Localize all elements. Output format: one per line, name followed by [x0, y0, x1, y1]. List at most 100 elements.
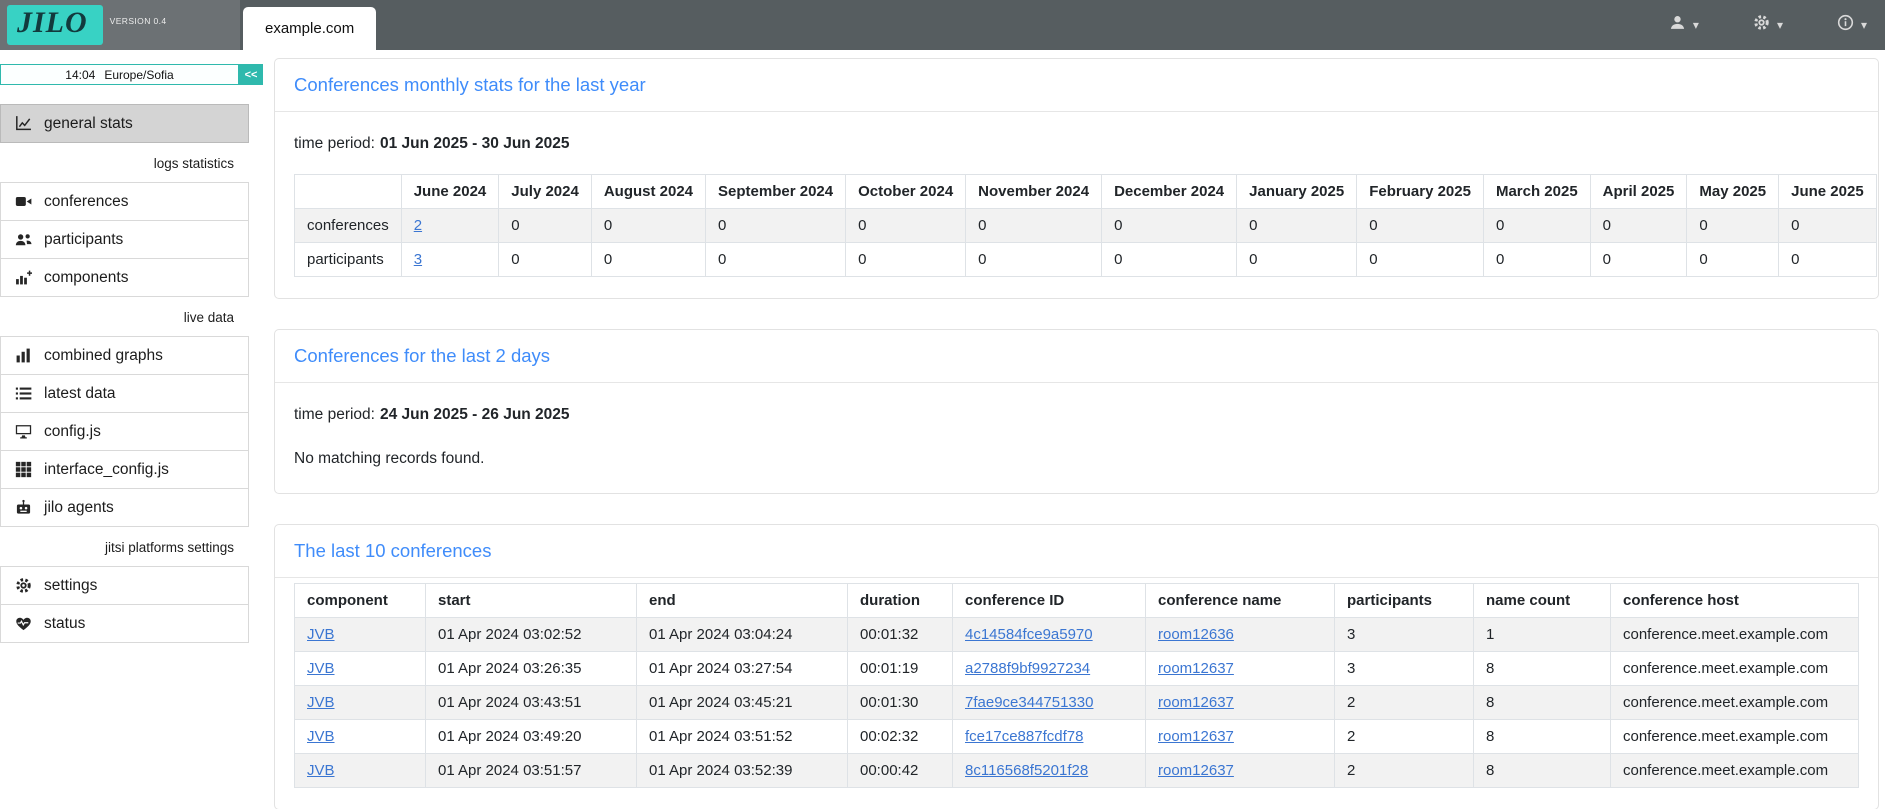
conference-id-link[interactable]: a2788f9bf9927234	[965, 660, 1090, 677]
cell: 0	[1590, 243, 1687, 277]
desktop-icon	[14, 423, 33, 440]
chevron-down-icon: ▾	[1777, 19, 1783, 31]
cell: 7fae9ce344751330	[953, 686, 1146, 720]
time-period-label: time period:	[294, 406, 375, 423]
robot-icon	[14, 499, 33, 516]
participants-count-link[interactable]: 3	[414, 251, 422, 268]
component-link[interactable]: JVB	[307, 660, 335, 677]
cell: JVB	[295, 652, 426, 686]
sidebar-item-label: latest data	[44, 385, 116, 403]
column-header: conference host	[1611, 584, 1859, 618]
column-header: March 2025	[1483, 175, 1590, 209]
chart-line-icon	[14, 115, 33, 132]
component-link[interactable]: JVB	[307, 694, 335, 711]
user-menu[interactable]: ▾	[1669, 14, 1699, 36]
cell: 0	[1687, 209, 1779, 243]
last10-conferences-title[interactable]: The last 10 conferences	[294, 540, 491, 561]
component-link[interactable]: JVB	[307, 762, 335, 779]
cell: 2	[1335, 720, 1474, 754]
conferences-count-link[interactable]: 2	[414, 217, 422, 234]
cell: 0	[966, 209, 1102, 243]
sidebar-item-interface-config-js[interactable]: interface_config.js	[0, 450, 249, 489]
app-logo[interactable]: JILO	[7, 5, 103, 45]
column-header: participants	[1335, 584, 1474, 618]
cell: 01 Apr 2024 03:49:20	[426, 720, 637, 754]
time-period: time period:24 Jun 2025 - 26 Jun 2025	[294, 406, 1859, 424]
cell: room12637	[1146, 652, 1335, 686]
cell: 2	[401, 209, 499, 243]
platform-tab[interactable]: example.com	[243, 7, 376, 50]
column-header: October 2024	[846, 175, 966, 209]
info-menu[interactable]: ▾	[1837, 14, 1867, 36]
column-header: December 2024	[1102, 175, 1237, 209]
cell: 0	[499, 209, 592, 243]
cell: 3	[401, 243, 499, 277]
sidebar-item-components[interactable]: components	[0, 258, 249, 297]
app-version: VERSION 0.4	[110, 16, 167, 26]
last10-conferences-table: component start end duration conference …	[294, 583, 1859, 788]
info-icon	[1837, 14, 1854, 36]
table-header-row: component start end duration conference …	[295, 584, 1859, 618]
component-link[interactable]: JVB	[307, 728, 335, 745]
table-row: JVB 01 Apr 2024 03:26:35 01 Apr 2024 03:…	[295, 652, 1859, 686]
conference-name-link[interactable]: room12637	[1158, 728, 1234, 745]
cell: 3	[1335, 652, 1474, 686]
cell: 0	[706, 209, 846, 243]
column-header: conference name	[1146, 584, 1335, 618]
monthly-stats-title[interactable]: Conferences monthly stats for the last y…	[294, 74, 646, 95]
cell: JVB	[295, 686, 426, 720]
grid-icon	[14, 461, 33, 478]
cell: 0	[1237, 209, 1357, 243]
conference-id-link[interactable]: 4c14584fce9a5970	[965, 626, 1093, 643]
conference-name-link[interactable]: room12637	[1158, 660, 1234, 677]
sidebar-item-settings[interactable]: settings	[0, 566, 249, 605]
cell: 1	[1474, 618, 1611, 652]
cell: JVB	[295, 754, 426, 788]
user-icon	[1669, 14, 1686, 36]
cell: 00:02:32	[848, 720, 953, 754]
column-header: June 2025	[1779, 175, 1877, 209]
components-chart-icon	[14, 269, 33, 286]
sidebar-section-live-data: live data	[0, 297, 234, 336]
recent-conferences-title[interactable]: Conferences for the last 2 days	[294, 345, 550, 366]
cell: conference.meet.example.com	[1611, 652, 1859, 686]
sidebar-item-jilo-agents[interactable]: jilo agents	[0, 488, 249, 527]
conference-id-link[interactable]: 8c116568f5201f28	[965, 762, 1088, 779]
cell: 01 Apr 2024 03:45:21	[637, 686, 848, 720]
column-header: name count	[1474, 584, 1611, 618]
clock-timezone: Europe/Sofia	[104, 68, 173, 82]
cell: 0	[1357, 209, 1484, 243]
sidebar-item-status[interactable]: status	[0, 604, 249, 643]
cell: 01 Apr 2024 03:52:39	[637, 754, 848, 788]
sidebar-item-participants[interactable]: participants	[0, 220, 249, 259]
component-link[interactable]: JVB	[307, 626, 335, 643]
settings-menu[interactable]: ▾	[1753, 14, 1783, 36]
sidebar-item-latest-data[interactable]: latest data	[0, 374, 249, 413]
sidebar-collapse-button[interactable]: <<	[239, 64, 263, 85]
cell: 00:01:19	[848, 652, 953, 686]
conference-name-link[interactable]: room12636	[1158, 626, 1234, 643]
conference-id-link[interactable]: 7fae9ce344751330	[965, 694, 1093, 711]
conference-name-link[interactable]: room12637	[1158, 694, 1234, 711]
row-label: conferences	[295, 209, 402, 243]
sidebar-item-general-stats[interactable]: general stats	[0, 104, 249, 143]
conference-name-link[interactable]: room12637	[1158, 762, 1234, 779]
table-row: participants 3 0 0 0 0 0 0 0 0 0 0	[295, 243, 1877, 277]
cell: 0	[591, 209, 705, 243]
sidebar-item-combined-graphs[interactable]: combined graphs	[0, 336, 249, 375]
table-row: JVB 01 Apr 2024 03:51:57 01 Apr 2024 03:…	[295, 754, 1859, 788]
gear-icon	[1753, 14, 1770, 36]
table-row: JVB 01 Apr 2024 03:49:20 01 Apr 2024 03:…	[295, 720, 1859, 754]
sidebar-section-jitsi-platforms-settings: jitsi platforms settings	[0, 527, 234, 566]
column-header: September 2024	[706, 175, 846, 209]
monthly-stats-table: June 2024 July 2024 August 2024 Septembe…	[294, 174, 1877, 277]
sidebar-item-config-js[interactable]: config.js	[0, 412, 249, 451]
column-header	[295, 175, 402, 209]
card-body: time period:01 Jun 2025 - 30 Jun 2025 Ju…	[275, 112, 1878, 298]
cell: 8	[1474, 720, 1611, 754]
conference-id-link[interactable]: fce17ce887fcdf78	[965, 728, 1083, 745]
cell: 0	[1590, 209, 1687, 243]
column-header: start	[426, 584, 637, 618]
sidebar-item-conferences[interactable]: conferences	[0, 182, 249, 221]
cell: 0	[1237, 243, 1357, 277]
